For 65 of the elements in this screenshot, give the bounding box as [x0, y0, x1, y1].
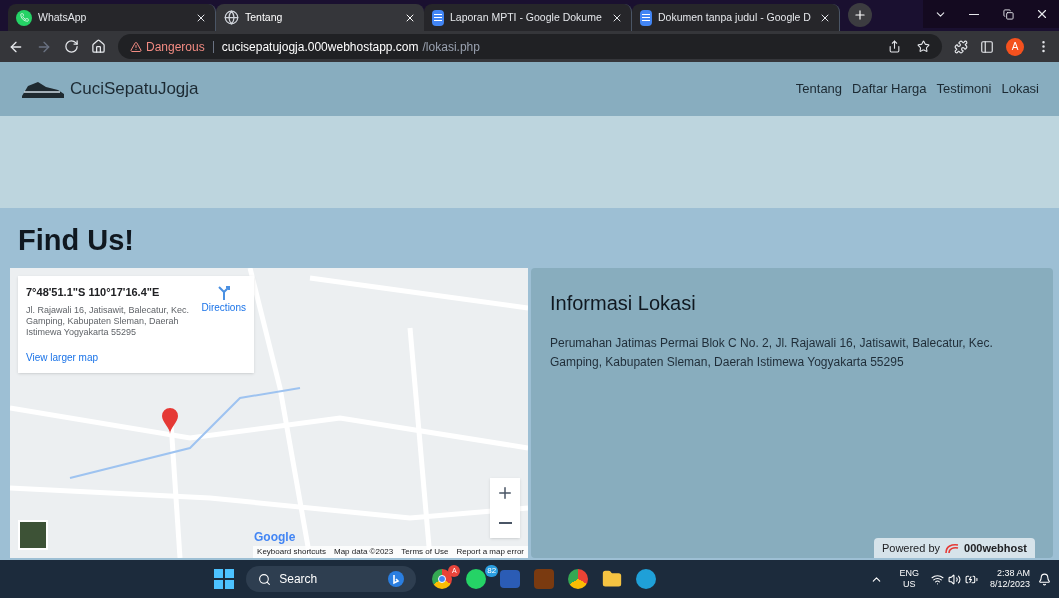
- map-attribution: Map data ©2023: [334, 546, 394, 558]
- view-larger-map-link[interactable]: View larger map: [26, 349, 246, 365]
- browser-tab[interactable]: Laporan MPTI - Google Dokume: [424, 4, 632, 31]
- directions-link[interactable]: Directions: [201, 284, 246, 338]
- info-title: Informasi Lokasi: [550, 291, 697, 316]
- share-icon[interactable]: [888, 40, 901, 53]
- language[interactable]: ENG: [899, 568, 919, 579]
- tab-title: Tentang: [245, 9, 284, 25]
- document-icon: [432, 9, 444, 26]
- browser-tab[interactable]: Dokumen tanpa judul - Google D: [632, 4, 840, 31]
- document-icon: [640, 9, 652, 26]
- tab-title: Dokumen tanpa judul - Google D: [658, 9, 812, 25]
- restore-icon: [1002, 8, 1014, 20]
- tab-title: WhatsApp: [38, 9, 88, 25]
- browser-tab[interactable]: WhatsApp: [8, 4, 216, 31]
- chat-icon: [16, 9, 32, 26]
- extensions-icon[interactable]: [954, 39, 968, 54]
- search-icon: [258, 572, 272, 586]
- nav-link[interactable]: Daftar Harga: [852, 79, 927, 99]
- folder-icon[interactable]: [602, 569, 623, 589]
- browser-app-icon[interactable]: [568, 569, 589, 589]
- minus-icon: [498, 522, 512, 524]
- warning-icon: [130, 40, 142, 53]
- plus-icon: [496, 484, 514, 502]
- minimize-icon: [969, 13, 979, 15]
- fork-arrow-icon: [216, 284, 231, 300]
- section-heading: Find Us!: [18, 223, 135, 258]
- side-panel-icon[interactable]: [980, 39, 994, 54]
- new-tab-button[interactable]: [848, 3, 872, 27]
- taskbar-search[interactable]: Search: [246, 566, 417, 592]
- place-address: Jl. Rajawali 16, Jatisawit, Balecatur, Kec. Gamping, Kabupaten Sleman, Daerah Istimewa Yogyakarta 55295: [26, 304, 191, 338]
- address-bar[interactable]: Dangerous cucisepatujogja.000webhostapp.com /lokasi.php: [118, 34, 942, 59]
- clock-time[interactable]: 2:38 AM: [996, 568, 1030, 579]
- map-logo: Google: [254, 529, 296, 546]
- info-address: Perumahan Jatimas Permai Blok C No. 2, Jl. Rajawali 16, Jatisawit, Balecatur, Kec. Gamping, Kabupaten Sleman, Daerah Istimewa Yogyakarta 55295: [550, 335, 994, 371]
- map-attribution[interactable]: Report a map error: [456, 546, 524, 558]
- browser-tab[interactable]: Tentang: [216, 4, 424, 31]
- volume-icon[interactable]: [947, 572, 961, 586]
- nav-link[interactable]: Tentang: [795, 79, 843, 99]
- url-path: /lokasi.php: [422, 38, 480, 56]
- clock-date[interactable]: 8/12/2023: [989, 579, 1030, 590]
- chat-app-icon[interactable]: [466, 569, 487, 589]
- nav-link[interactable]: Testimoni: [936, 79, 992, 99]
- security-warning: Dangerous: [146, 38, 205, 56]
- map-attribution[interactable]: Keyboard shortcuts: [257, 546, 326, 558]
- home-icon[interactable]: [91, 39, 106, 54]
- tab-title: Laporan MPTI - Google Dokume: [450, 9, 603, 25]
- wifi-icon[interactable]: [930, 572, 944, 586]
- bookmark-star-icon[interactable]: [917, 40, 930, 53]
- close-icon: [1035, 7, 1049, 21]
- plus-icon: [853, 8, 867, 22]
- map-attribution[interactable]: Terms of Use: [401, 546, 449, 558]
- nav-link[interactable]: Lokasi: [1001, 79, 1039, 99]
- notification-badge: 82: [485, 565, 499, 577]
- browser-app-icon[interactable]: [432, 569, 453, 589]
- url-host: cucisepatujogja.000webhostapp.com: [221, 38, 419, 56]
- satellite-thumbnail[interactable]: [18, 520, 48, 550]
- reload-icon[interactable]: [64, 39, 79, 54]
- start-icon[interactable]: [214, 569, 235, 589]
- powered-by-badge[interactable]: Powered by 000webhost: [873, 538, 1035, 558]
- keyboard-region[interactable]: US: [902, 579, 916, 590]
- coordinates: 7°48'51.1"S 110°17'16.4"E: [26, 285, 161, 300]
- notification-icon[interactable]: [1038, 572, 1051, 586]
- globe-icon: [224, 10, 239, 25]
- brand-name[interactable]: CuciSepatuJogja: [70, 76, 199, 102]
